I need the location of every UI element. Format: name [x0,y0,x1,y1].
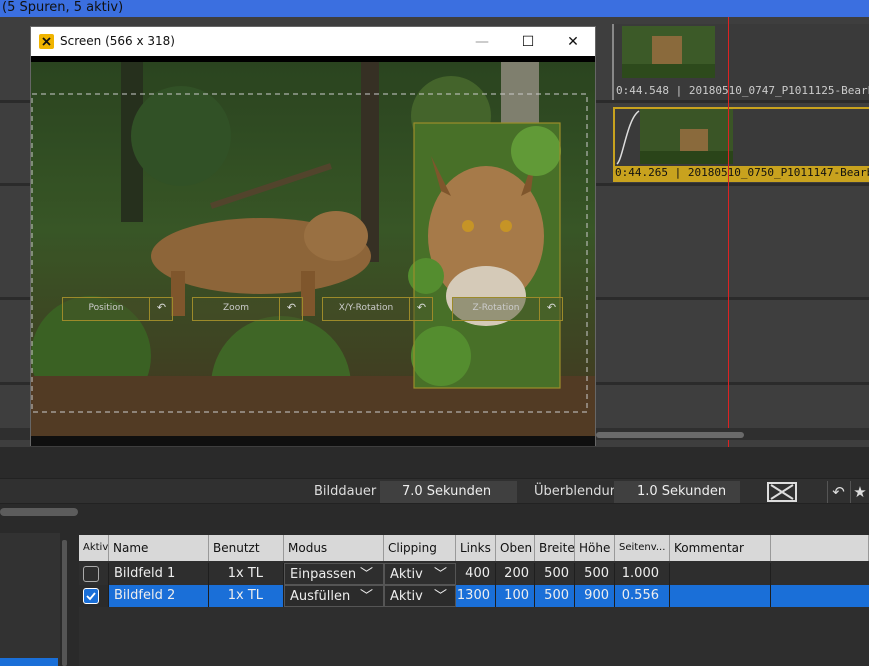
left-list-selected-item[interactable] [0,658,58,666]
transition-input[interactable]: 1.0 Sekunden [614,481,740,503]
width-cell[interactable]: 500 [535,585,575,607]
transition-label: Überblendung [534,484,627,499]
z-rotation-control[interactable]: Z-Rotation ↶ [452,297,563,321]
clipping-value: Aktiv [390,567,423,582]
panel-scrollbar[interactable] [0,508,78,516]
name-cell[interactable]: Bildfeld 2 [109,585,209,607]
timeline-clip-selected[interactable]: 0:44.265 | 20180510_0750_P1011147-Bearbe… [613,107,869,182]
position-label: Position [88,303,124,313]
column-header-width[interactable]: Breite [535,535,575,561]
clip-thumbnail [622,26,715,78]
table-row[interactable]: Bildfeld 1 1x TL Einpassen ﹀ Aktiv ﹀ 400 2… [79,563,869,585]
column-header-left[interactable]: Links [456,535,496,561]
maximize-button[interactable]: ☐ [505,27,551,56]
column-header-mode[interactable]: Modus [284,535,384,561]
mode-select[interactable]: Einpassen ﹀ [284,563,384,585]
forest-lynx-image [31,56,595,446]
aspect-cell[interactable]: 1.000 [615,563,670,585]
playhead[interactable] [728,17,729,447]
column-header-height[interactable]: Höhe [575,535,615,561]
top-cell[interactable]: 200 [496,563,535,585]
column-header-clipping[interactable]: Clipping [384,535,456,561]
left-cell[interactable]: 400 [456,563,496,585]
reset-icon[interactable]: ↶ [409,298,433,320]
left-list-scrollbar[interactable] [62,540,67,666]
zoom-label: Zoom [223,303,249,313]
minimize-button[interactable]: — [459,27,505,56]
duration-bar: Bilddauer 7.0 Sekunden Überblendung 1.0 … [0,478,869,504]
zoom-control[interactable]: Zoom ↶ [192,297,303,321]
reset-icon[interactable]: ↶ [149,298,173,320]
column-header-top[interactable]: Oben [496,535,535,561]
clip-thumbnail [640,109,733,164]
reset-icon[interactable]: ↶ [279,298,303,320]
column-header-active[interactable]: Aktiv [79,535,109,561]
column-header-empty [771,535,869,561]
close-button[interactable]: ✕ [550,27,596,56]
top-cell[interactable]: 100 [496,585,535,607]
timeline-scroll-thumb[interactable] [596,432,744,438]
xy-rotation-control[interactable]: X/Y-Rotation ↶ [322,297,433,321]
x-logo-icon [39,34,54,49]
column-header-aspect[interactable]: Seitenv... [615,535,670,561]
preview-title: Screen (566 x 318) [60,34,175,48]
aspect-cell[interactable]: 0.556 [615,585,670,607]
used-cell[interactable]: 1x TL [209,585,284,607]
chevron-down-icon: ﹀ [433,589,447,604]
clipping-select[interactable]: Aktiv ﹀ [384,563,456,585]
timeline-clip[interactable]: 0:44.548 | 20180510_0747_P1011125-Bearbe… [612,24,869,100]
clipping-value: Aktiv [390,589,423,604]
star-icon[interactable]: ★ [850,481,869,503]
left-list[interactable] [0,533,60,666]
chevron-down-icon: ﹀ [433,567,447,582]
preview-canvas[interactable]: Position ↶ Zoom ↶ X/Y-Rotation ↶ Z-Rotat… [31,56,595,446]
name-cell[interactable]: Bildfeld 1 [109,563,209,585]
clip-label: 0:44.548 | 20180510_0747_P1011125-Bearbe… [616,84,869,97]
mode-value: Ausfüllen [290,589,351,604]
column-header-used[interactable]: Benutzt [209,535,284,561]
track-count-header: (5 Spuren, 5 aktiv) [0,0,869,17]
column-header-name[interactable]: Name [109,535,209,561]
preview-window[interactable]: Screen (566 x 318) — ☐ ✕ Position ↶ Zoom… [30,26,596,446]
active-cell[interactable] [79,563,109,585]
height-cell[interactable]: 900 [575,585,615,607]
chevron-down-icon: ﹀ [359,567,373,582]
used-cell[interactable]: 1x TL [209,563,284,585]
undo-icon[interactable]: ↶ [827,481,849,503]
chevron-down-icon: ﹀ [359,589,373,604]
xy-rotation-label: X/Y-Rotation [338,303,394,313]
image-field-table: Aktiv Name Benutzt Modus Clipping Links … [79,535,869,666]
active-checkbox[interactable] [83,566,99,582]
left-cell[interactable]: 1300 [456,585,496,607]
checkmark-icon [86,592,96,601]
height-cell[interactable]: 500 [575,563,615,585]
position-control[interactable]: Position ↶ [62,297,173,321]
reset-icon[interactable]: ↶ [539,298,563,320]
transition-type-icon[interactable] [767,482,797,502]
clip-label: 0:44.265 | 20180510_0750_P1011147-Bearbe… [613,166,869,182]
comment-cell[interactable] [670,585,771,607]
table-row-selected[interactable]: Bildfeld 2 1x TL Ausfüllen ﹀ Aktiv ﹀ 1300 … [79,585,869,607]
mode-select[interactable]: Ausfüllen ﹀ [284,585,384,607]
comment-cell[interactable] [670,563,771,585]
preview-titlebar[interactable]: Screen (566 x 318) — ☐ ✕ [31,27,595,56]
mode-value: Einpassen [290,567,357,582]
duration-input[interactable]: 7.0 Sekunden [380,481,517,503]
active-checkbox-checked[interactable] [83,588,99,604]
active-cell[interactable] [79,585,109,607]
column-header-comment[interactable]: Kommentar [670,535,771,561]
clipping-select[interactable]: Aktiv ﹀ [384,585,456,607]
width-cell[interactable]: 500 [535,563,575,585]
z-rotation-label: Z-Rotation [472,303,520,313]
duration-label: Bilddauer [314,484,377,499]
fade-curve [616,110,640,165]
